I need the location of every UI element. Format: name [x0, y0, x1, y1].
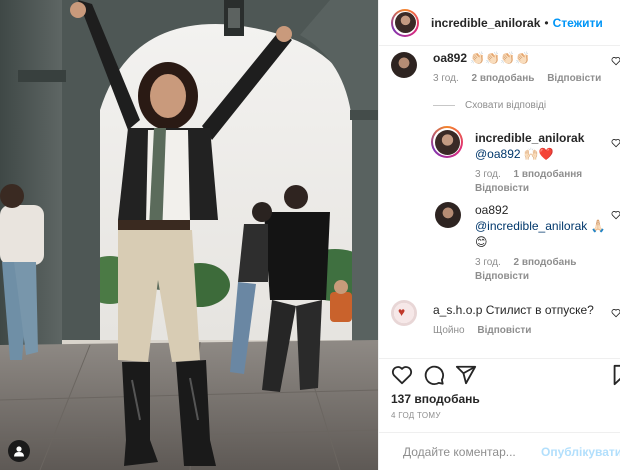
comment-time[interactable]: Щойно	[433, 325, 465, 336]
comment-time[interactable]: 3 год.	[433, 73, 459, 84]
post-actions: 137 вподобань 4 ГОД ТОМУ	[379, 358, 620, 432]
author-username[interactable]: incredible_anilorak	[431, 16, 540, 30]
comment-like-icon[interactable]	[611, 56, 620, 66]
comment-input[interactable]	[403, 444, 535, 459]
shop-logo-icon: ♥	[398, 305, 406, 319]
reply-button[interactable]: Відповісти	[475, 183, 529, 194]
add-comment-bar: Опублікувати	[379, 432, 620, 470]
heart-icon[interactable]	[391, 364, 413, 386]
hide-replies-label: Сховати відповіді	[465, 100, 547, 111]
reply-button[interactable]: Відповісти	[547, 73, 601, 84]
reply-mention[interactable]: @oa892	[475, 147, 521, 161]
reply-button[interactable]: Відповісти	[475, 271, 529, 282]
hide-replies-button[interactable]: Сховати відповіді	[433, 100, 546, 111]
reply-mention[interactable]: @incredible_anilorak	[475, 219, 587, 233]
reply-button[interactable]: Відповісти	[477, 325, 531, 336]
reply-text: 🙌🏻❤️	[523, 147, 554, 161]
post-timestamp[interactable]: 4 ГОД ТОМУ	[391, 411, 441, 420]
comment-likes[interactable]: 2 вподобань	[472, 73, 535, 84]
reply-username[interactable]: incredible_anilorak	[475, 130, 609, 146]
share-icon[interactable]	[455, 364, 477, 386]
header-separator: •	[544, 15, 549, 30]
reply-like-icon[interactable]	[611, 138, 620, 148]
comment-username[interactable]: a_s.h.o.p	[433, 303, 482, 317]
reply-likes[interactable]: 1 вподобання	[514, 169, 583, 180]
reply-row: incredible_anilorak @oa892 🙌🏻❤️	[475, 130, 609, 162]
comment-meta: 3 год. 2 вподобань Відповісти	[433, 72, 611, 86]
comments-list[interactable]: oa892 👏🏻👏🏻👏🏻👏🏻 3 год. 2 вподобань Відпов…	[379, 46, 620, 358]
post-side-panel: incredible_anilorak • Стежити oa892 👏🏻👏🏻…	[378, 0, 620, 470]
comment-meta: Щойно Відповісти	[433, 324, 541, 338]
post-header: incredible_anilorak • Стежити	[379, 0, 620, 46]
reply-username[interactable]: oa892	[475, 202, 609, 218]
reply-time[interactable]: 3 год.	[475, 257, 501, 268]
commenter-avatar[interactable]	[391, 52, 417, 78]
comment-row: a_s.h.o.p Стилист в отпуске?	[433, 302, 594, 318]
comment-text: Стилист в отпуске?	[485, 303, 594, 317]
author-avatar[interactable]	[391, 8, 419, 37]
follow-button[interactable]: Стежити	[553, 16, 603, 30]
reply-avatar[interactable]	[431, 126, 463, 158]
comment-username[interactable]: oa892	[433, 51, 467, 65]
user-tag-icon[interactable]	[8, 440, 30, 462]
post-photo[interactable]	[0, 0, 378, 470]
reply-meta: 3 год. 1 вподобання Відповісти	[475, 168, 592, 196]
comment-row: oa892 👏🏻👏🏻👏🏻👏🏻	[433, 50, 530, 66]
likes-count[interactable]: 137 вподобань	[391, 392, 480, 406]
post-comment-button[interactable]: Опублікувати	[541, 445, 620, 459]
reply-time[interactable]: 3 год.	[475, 169, 501, 180]
reply-avatar[interactable]	[435, 202, 461, 228]
hide-replies-line	[433, 105, 455, 106]
reply-likes[interactable]: 2 вподобань	[514, 257, 577, 268]
reply-meta: 3 год. 2 вподобань Відповісти	[475, 256, 586, 284]
comment-like-icon[interactable]	[611, 308, 620, 318]
bookmark-icon[interactable]	[611, 364, 620, 386]
commenter-avatar[interactable]: ♥	[391, 300, 417, 326]
reply-like-icon[interactable]	[611, 210, 620, 220]
post-image	[0, 0, 378, 470]
comment-icon[interactable]	[423, 364, 445, 386]
comment-text: 👏🏻👏🏻👏🏻👏🏻	[470, 51, 531, 65]
reply-row: oa892 @incredible_anilorak 🙏🏻 😊	[475, 202, 609, 250]
